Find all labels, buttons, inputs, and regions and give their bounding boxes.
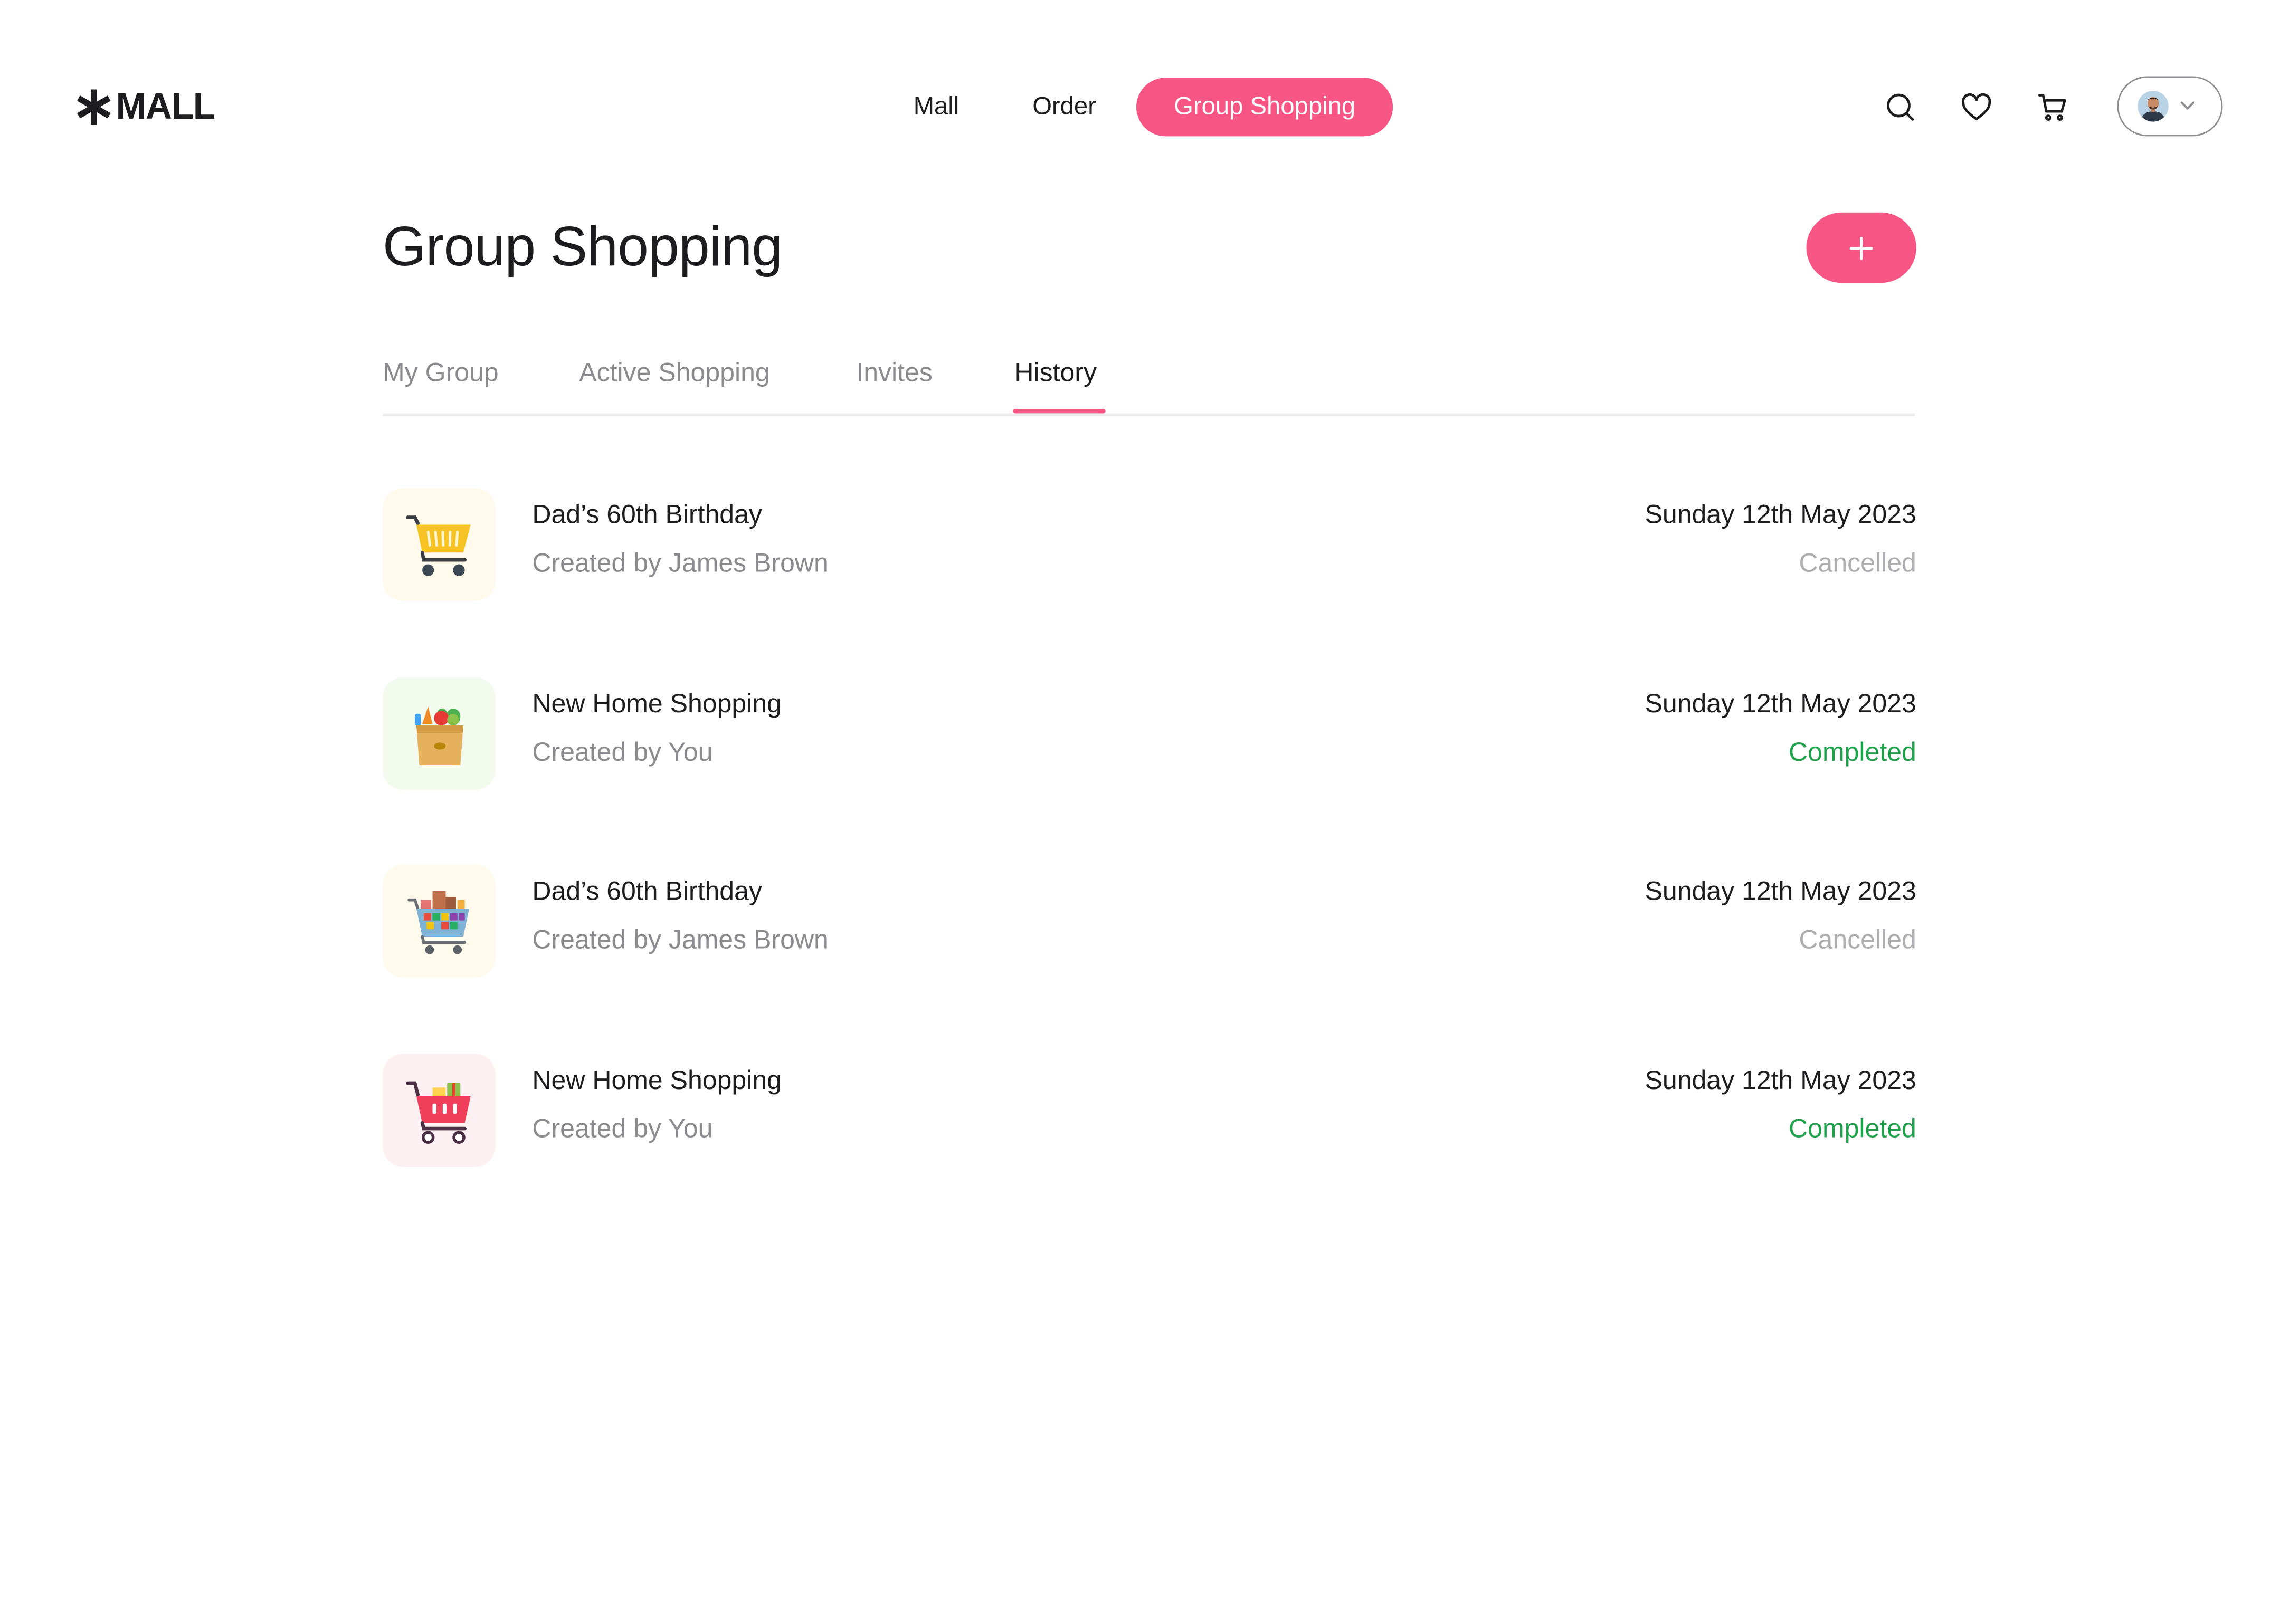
- brand-logo[interactable]: MALL: [75, 83, 215, 130]
- status-badge: Cancelled: [1799, 924, 1916, 954]
- status-badge: Completed: [1789, 737, 1916, 767]
- tab-active-shopping[interactable]: Active Shopping: [579, 358, 770, 388]
- item-title: New Home Shopping: [532, 689, 782, 719]
- heart-icon[interactable]: [1959, 89, 1994, 125]
- item-creator: Created by You: [532, 1114, 713, 1143]
- item-date: Sunday 12th May 2023: [1645, 1065, 1916, 1095]
- item-creator: Created by James Brown: [532, 924, 829, 954]
- nav-mall[interactable]: Mall: [877, 78, 995, 136]
- history-item[interactable]: Dad’s 60th Birthday Created by James Bro…: [383, 488, 1916, 603]
- grocery-bag-icon: [415, 706, 463, 766]
- item-creator: Created by You: [532, 737, 713, 767]
- item-thumbnail: [383, 1054, 496, 1167]
- avatar: [2138, 91, 2169, 122]
- item-title: Dad’s 60th Birthday: [532, 876, 762, 906]
- history-item[interactable]: New Home Shopping Created by You Sunday …: [383, 1054, 1916, 1168]
- tab-my-group[interactable]: My Group: [383, 358, 499, 388]
- item-thumbnail: [383, 677, 496, 790]
- cart-icon[interactable]: [2035, 89, 2070, 125]
- chevron-down-icon: [2180, 101, 2194, 110]
- tab-invites[interactable]: Invites: [856, 358, 933, 388]
- item-thumbnail: [383, 865, 496, 978]
- nav-group-shopping[interactable]: Group Shopping: [1135, 78, 1394, 137]
- item-date: Sunday 12th May 2023: [1645, 689, 1916, 719]
- status-badge: Completed: [1789, 1114, 1916, 1143]
- nav-order[interactable]: Order: [996, 78, 1133, 136]
- item-title: Dad’s 60th Birthday: [532, 500, 762, 529]
- profile-menu-button[interactable]: [2117, 76, 2223, 137]
- asterisk-logo-icon: [77, 89, 111, 125]
- item-title: New Home Shopping: [532, 1065, 782, 1095]
- history-item[interactable]: Dad’s 60th Birthday Created by James Bro…: [383, 865, 1916, 979]
- main-nav: Mall Order Group Shopping: [877, 78, 1394, 137]
- brand-name: MALL: [116, 85, 215, 127]
- full-cart-icon: [407, 891, 469, 954]
- active-tab-indicator: [1013, 409, 1106, 414]
- plus-icon: [1849, 236, 1873, 260]
- red-cart-icon: [405, 1081, 471, 1144]
- item-date: Sunday 12th May 2023: [1645, 500, 1916, 529]
- item-date: Sunday 12th May 2023: [1645, 876, 1916, 906]
- page-title: Group Shopping: [383, 217, 783, 279]
- tab-history[interactable]: History: [1014, 358, 1097, 388]
- search-icon[interactable]: [1883, 89, 1918, 125]
- add-group-button[interactable]: [1806, 212, 1916, 283]
- yellow-cart-icon: [405, 515, 471, 576]
- history-item[interactable]: New Home Shopping Created by You Sunday …: [383, 677, 1916, 791]
- item-thumbnail: [383, 488, 496, 601]
- tab-bar: My Group Active Shopping Invites History: [383, 352, 1915, 416]
- status-badge: Cancelled: [1799, 548, 1916, 578]
- item-creator: Created by James Brown: [532, 548, 829, 578]
